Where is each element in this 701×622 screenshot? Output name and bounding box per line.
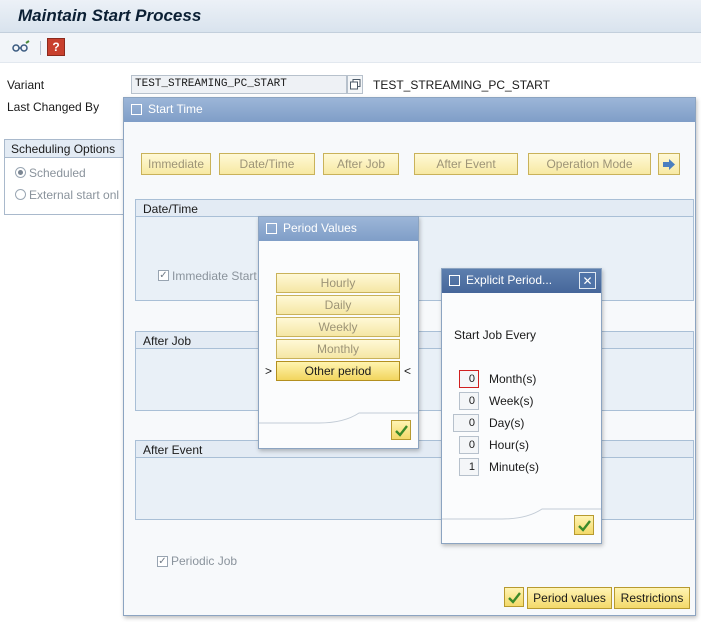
confirm-button[interactable] (504, 587, 524, 607)
scheduling-options-header: Scheduling Options (5, 140, 131, 158)
period-option-monthly[interactable]: Monthly (276, 339, 400, 359)
period-option-hourly[interactable]: Hourly (276, 273, 400, 293)
arrow-right-icon (663, 158, 675, 170)
selection-marker-right: < (404, 364, 412, 378)
days-label: Day(s) (489, 416, 525, 430)
periodic-job-label: Periodic Job (171, 554, 238, 568)
period-option-daily[interactable]: Daily (276, 295, 400, 315)
scheduling-options-group: Scheduling Options Scheduled External st… (4, 139, 131, 215)
after-event-button[interactable]: After Event (414, 153, 518, 175)
help-icon[interactable]: ? (47, 38, 65, 56)
months-label: Month(s) (489, 372, 537, 386)
value-help-button[interactable] (347, 75, 363, 94)
after-job-button[interactable]: After Job (323, 153, 399, 175)
page-title: Maintain Start Process (18, 6, 202, 25)
weeks-label: Week(s) (489, 394, 534, 408)
operation-mode-button[interactable]: Operation Mode (528, 153, 651, 175)
checkmark-icon (507, 591, 521, 604)
weeks-input[interactable]: 0 (459, 392, 479, 410)
hours-label: Hour(s) (489, 438, 530, 452)
months-input[interactable]: 0 (459, 370, 479, 388)
last-changed-label: Last Changed By (7, 100, 100, 114)
explicit-period-dialog: Explicit Period... ✕ Start Job Every 0 M… (441, 268, 602, 544)
immediate-button[interactable]: Immediate (141, 153, 211, 175)
glasses-icon[interactable] (12, 38, 30, 56)
external-start-radio[interactable] (15, 189, 26, 200)
start-time-title: Start Time (148, 102, 203, 116)
more-arrow-button[interactable] (658, 153, 680, 175)
explicit-period-confirm-button[interactable] (574, 515, 594, 535)
periodic-job-checkbox[interactable]: ✓ (157, 556, 168, 567)
scheduled-radio[interactable] (15, 167, 26, 178)
hours-input[interactable]: 0 (459, 436, 479, 454)
toolbar-separator (40, 41, 41, 55)
after-event-group: After Event (135, 440, 694, 520)
explicit-period-titlebar: Explicit Period... ✕ (442, 269, 601, 293)
explicit-period-title: Explicit Period... (466, 273, 553, 287)
checkmark-icon (577, 519, 591, 532)
variant-description: TEST_STREAMING_PC_START (373, 78, 550, 92)
start-job-every-label: Start Job Every (454, 328, 537, 342)
period-option-other[interactable]: Other period (276, 361, 400, 381)
period-values-dialog: Period Values Hourly Daily Weekly Monthl… (258, 216, 419, 449)
period-values-title: Period Values (283, 221, 357, 235)
start-time-titlebar: Start Time (124, 98, 695, 122)
immediate-start-checkbox[interactable]: ✓ (158, 270, 169, 281)
period-option-weekly[interactable]: Weekly (276, 317, 400, 337)
external-start-label: External start onl (29, 188, 120, 202)
title-bar: Maintain Start Process (0, 0, 701, 33)
period-values-confirm-button[interactable] (391, 420, 411, 440)
period-values-button[interactable]: Period values (527, 587, 612, 609)
variant-label: Variant (7, 78, 45, 92)
scheduled-label: Scheduled (29, 166, 86, 180)
restrictions-button[interactable]: Restrictions (614, 587, 690, 609)
close-icon[interactable]: ✕ (579, 272, 596, 289)
days-input[interactable]: 0 (453, 414, 479, 432)
immediate-start-label: Immediate Start (172, 269, 257, 283)
dialog-icon (449, 275, 460, 286)
checkmark-icon (394, 424, 408, 437)
datetime-group-header: Date/Time (136, 200, 693, 217)
minutes-label: Minute(s) (489, 460, 540, 474)
dialog-icon (266, 223, 277, 234)
variant-input[interactable]: TEST_STREAMING_PC_START (131, 75, 347, 94)
dialog-icon (131, 104, 142, 115)
datetime-button[interactable]: Date/Time (219, 153, 315, 175)
copy-icon (350, 79, 361, 90)
selection-marker-left: > (265, 364, 273, 378)
period-values-titlebar: Period Values (259, 217, 418, 241)
toolbar: ? (0, 33, 701, 63)
minutes-input[interactable]: 1 (459, 458, 479, 476)
